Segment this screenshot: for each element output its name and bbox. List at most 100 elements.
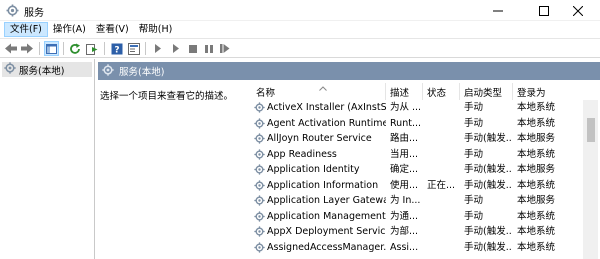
- service-logon-as: 本地系统: [517, 148, 556, 160]
- service-description: 路由...: [390, 133, 419, 144]
- service-gear-icon: [254, 195, 265, 206]
- service-startup-type: 手动(触发...: [464, 241, 512, 253]
- show-hide-tree-icon[interactable]: [44, 41, 59, 56]
- service-logon-as: 本地服务: [517, 195, 556, 206]
- toolbar: ?: [0, 38, 600, 58]
- services-list: 名称 描述 状态 启动类型 登录为 ActiveX Installer (AxI…: [252, 81, 600, 259]
- service-row[interactable]: Application Layer Gatewa... 为 In... 手动 本地服务: [252, 193, 582, 209]
- column-header-name[interactable]: 名称: [252, 83, 386, 100]
- service-row[interactable]: ActiveX Installer (AxInstSV) 为从 ... 手动 本地系统: [252, 100, 582, 116]
- service-startup-type: 手动: [464, 102, 484, 113]
- service-gear-icon: [254, 149, 265, 160]
- toolbar-separator: [145, 42, 146, 55]
- service-status: [427, 100, 459, 116]
- service-logon-as: 本地服务: [517, 133, 556, 144]
- service-gear-icon: [254, 211, 265, 222]
- service-logon-as: 本地服务: [517, 164, 556, 175]
- service-row[interactable]: AppX Deployment Servic... 为部... 手动(触发... 本地…: [252, 224, 582, 240]
- tree-item-label: 服务(本地): [19, 65, 65, 77]
- service-description: 当用...: [390, 148, 419, 160]
- services-app-icon: [6, 4, 19, 17]
- service-status: [427, 193, 459, 209]
- service-name: AssignedAccessManager...: [267, 241, 386, 253]
- service-name-cell: Application Layer Gatewa...: [254, 193, 386, 209]
- window-title: 服务: [24, 8, 44, 19]
- service-row[interactable]: Agent Activation Runtime... Runt... 手动 本地系统: [252, 116, 582, 132]
- service-startup-type: 手动(触发...: [464, 226, 512, 237]
- service-name: App Readiness: [267, 148, 337, 160]
- menu-view[interactable]: 查看(V): [91, 22, 134, 37]
- service-gear-icon: [254, 226, 265, 237]
- stop-icon[interactable]: [185, 41, 200, 56]
- menu-file[interactable]: 文件(F): [4, 22, 48, 37]
- service-status: [427, 116, 459, 132]
- start-icon[interactable]: [150, 41, 165, 56]
- restart-icon[interactable]: [217, 41, 232, 56]
- back-arrow-icon[interactable]: [4, 41, 19, 56]
- service-logon-as: 本地系统: [517, 102, 556, 113]
- close-button[interactable]: [556, 0, 600, 21]
- service-row[interactable]: AssignedAccessManager... Assi... 手动(触发... 本…: [252, 240, 582, 256]
- scrollbar-thumb[interactable]: [587, 118, 595, 142]
- service-status: [427, 162, 459, 178]
- column-header-name-label: 名称: [256, 87, 276, 99]
- sort-ascending-icon: [319, 83, 327, 94]
- service-name: ActiveX Installer (AxInstSV): [267, 102, 386, 113]
- start-alt-icon[interactable]: [168, 41, 183, 56]
- service-row[interactable]: AllJoyn Router Service 路由... 手动(触发... 本地服务: [252, 131, 582, 147]
- service-logon-as: 本地系统: [517, 210, 556, 222]
- service-logon-as: 本地系统: [517, 241, 556, 253]
- service-description: 为部...: [390, 226, 419, 237]
- service-name-cell: AppX Deployment Servic...: [254, 224, 386, 240]
- tree-item-services-local[interactable]: 服务(本地): [2, 62, 92, 77]
- service-description: Assi...: [390, 241, 419, 253]
- column-header-startup-type[interactable]: 启动类型: [460, 83, 513, 100]
- column-header-status-label: 状态: [427, 87, 447, 99]
- service-name-cell: ActiveX Installer (AxInstSV): [254, 100, 386, 116]
- service-row[interactable]: App Readiness 当用... 手动 本地系统: [252, 147, 582, 163]
- service-status: [427, 224, 459, 240]
- services-pane: 服务(本地) 选择一个项目来查看它的描述。 名称 描述 状态 启动类型 登录为 …: [96, 59, 600, 259]
- service-status: [427, 240, 459, 256]
- svg-text:?: ?: [114, 45, 119, 55]
- console-tree: 服务(本地): [0, 59, 95, 259]
- minimize-button[interactable]: [476, 0, 520, 21]
- service-name-cell: Application Identity: [254, 162, 386, 178]
- pane-header-title: 服务(本地): [119, 67, 165, 78]
- properties-icon[interactable]: [126, 41, 141, 56]
- service-description: 为从 ...: [390, 102, 422, 113]
- service-status: [427, 131, 459, 147]
- service-startup-type: 手动: [464, 195, 484, 206]
- service-description: 为 In...: [390, 195, 421, 206]
- service-name: AllJoyn Router Service: [267, 133, 372, 144]
- service-status: 正在...: [427, 179, 456, 191]
- menu-action[interactable]: 操作(A): [48, 22, 91, 37]
- refresh-icon[interactable]: [67, 41, 82, 56]
- export-list-icon[interactable]: [84, 41, 99, 56]
- service-startup-type: 手动: [464, 148, 484, 160]
- service-logon-as: 本地系统: [517, 179, 556, 191]
- service-row[interactable]: Application Identity 确定... 手动(触发... 本地服务: [252, 162, 582, 178]
- service-description: 为通...: [390, 210, 419, 222]
- column-header-description[interactable]: 描述: [386, 83, 423, 100]
- pause-icon[interactable]: [201, 41, 216, 56]
- service-name: AppX Deployment Servic...: [267, 226, 386, 237]
- toolbar-separator: [104, 42, 105, 55]
- service-status: [427, 209, 459, 225]
- forward-arrow-icon[interactable]: [20, 41, 35, 56]
- service-gear-icon: [254, 164, 265, 175]
- help-icon[interactable]: ?: [109, 41, 124, 56]
- service-name-cell: App Readiness: [254, 147, 386, 163]
- service-gear-icon: [254, 133, 265, 144]
- column-header-logon-as[interactable]: 登录为: [513, 83, 583, 100]
- service-row[interactable]: Application Information 使用... 正在... 手动(触发..…: [252, 178, 582, 194]
- service-name: Application Layer Gatewa...: [267, 195, 386, 206]
- service-gear-icon: [254, 118, 265, 129]
- service-name-cell: AllJoyn Router Service: [254, 131, 386, 147]
- service-logon-as: 本地系统: [517, 226, 556, 237]
- column-header-status[interactable]: 状态: [423, 83, 460, 100]
- service-startup-type: 手动: [464, 117, 484, 129]
- service-description: 确定...: [390, 164, 419, 175]
- service-row[interactable]: Application Management 为通... 手动 本地系统: [252, 209, 582, 225]
- menu-help[interactable]: 帮助(H): [134, 22, 178, 37]
